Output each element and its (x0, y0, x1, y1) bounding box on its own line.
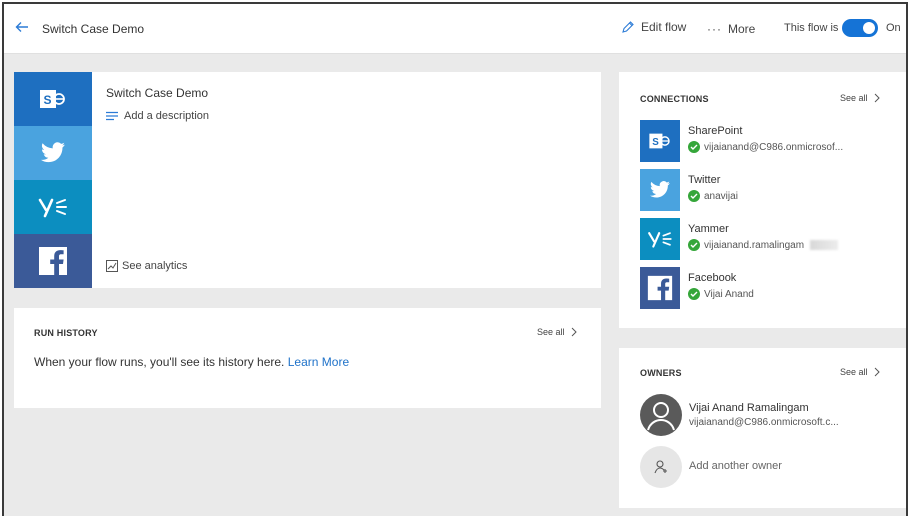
chevron-right-icon (571, 327, 577, 337)
yammer-icon (38, 198, 67, 218)
add-owner-button[interactable]: Add another owner (640, 446, 900, 488)
connection-account: anavijai (688, 190, 738, 202)
connection-account: Vijai Anand (688, 288, 754, 300)
connection-account: vijaianand.ramalingam (688, 239, 839, 251)
sharepoint-icon: S (640, 120, 680, 162)
redacted-text (810, 240, 839, 250)
svg-text:S: S (652, 137, 659, 148)
twitter-icon (40, 142, 65, 163)
flow-toggle[interactable] (842, 19, 878, 37)
see-analytics-label: See analytics (122, 260, 188, 272)
connections-card: CONNECTIONS See all S SharePoint vijaian… (619, 72, 906, 328)
connections-see-all[interactable]: See all (840, 93, 880, 103)
lines-icon (106, 111, 118, 121)
check-icon (688, 288, 700, 300)
flow-name: Switch Case Demo (106, 86, 209, 100)
see-all-label: See all (537, 327, 565, 337)
run-history-card: RUN HISTORY See all When your flow runs,… (14, 308, 601, 408)
connection-item[interactable]: Twitter anavijai (640, 169, 900, 211)
connection-name: Facebook (688, 272, 737, 284)
sharepoint-tile: S (14, 72, 92, 126)
owner-email: vijaianand@C986.onmicrosoft.c... (689, 417, 839, 428)
connection-account: vijaianand@C986.onmicrosof... (688, 141, 843, 153)
toggle-state-label: On (886, 22, 901, 34)
chevron-right-icon (874, 93, 880, 103)
owners-heading: OWNERS (640, 368, 682, 378)
run-history-message: When your flow runs, you'll see its hist… (34, 355, 349, 369)
twitter-icon (640, 169, 680, 211)
see-all-label: See all (840, 367, 868, 377)
more-button[interactable]: ··· More (707, 22, 755, 36)
add-person-icon (640, 446, 682, 488)
connection-item[interactable]: Yammer vijaianand.ramalingam (640, 218, 900, 260)
owners-see-all[interactable]: See all (840, 367, 880, 377)
add-owner-label: Add another owner (689, 460, 782, 472)
connection-account-text: vijaianand@C986.onmicrosof... (704, 141, 844, 153)
check-icon (688, 239, 700, 251)
check-icon (688, 141, 700, 153)
add-description-link[interactable]: Add a description (106, 110, 209, 122)
facebook-tile (14, 234, 92, 288)
page-title: Switch Case Demo (42, 22, 145, 36)
yammer-tile (14, 180, 92, 234)
facebook-icon (640, 267, 680, 309)
app-window: Switch Case Demo Edit flow ··· More This … (2, 2, 908, 516)
yammer-icon (640, 218, 680, 260)
run-history-see-all[interactable]: See all (537, 327, 577, 337)
connections-heading: CONNECTIONS (640, 94, 709, 104)
avatar (640, 394, 682, 436)
more-label: More (728, 22, 756, 36)
connection-name: Twitter (688, 174, 721, 186)
connection-name: SharePoint (688, 125, 743, 137)
svg-text:S: S (44, 93, 52, 107)
pencil-icon (622, 21, 634, 33)
connection-item[interactable]: S SharePoint vijaianand@C986.onmicrosof.… (640, 120, 900, 162)
sharepoint-icon: S (40, 90, 65, 108)
connection-account-text: anavijai (704, 190, 738, 202)
ellipsis-icon: ··· (707, 22, 722, 36)
edit-flow-label: Edit flow (641, 20, 687, 34)
owner-item[interactable]: Vijai Anand Ramalingam vijaianand@C986.o… (640, 394, 900, 436)
chevron-right-icon (874, 367, 880, 377)
twitter-tile (14, 126, 92, 180)
back-arrow-icon[interactable] (14, 19, 30, 37)
person-icon (647, 402, 675, 431)
top-bar: Switch Case Demo Edit flow ··· More This … (4, 4, 906, 54)
see-analytics-link[interactable]: See analytics (106, 260, 187, 272)
connection-item[interactable]: Facebook Vijai Anand (640, 267, 900, 309)
see-all-label: See all (840, 93, 868, 103)
run-history-text: When your flow runs, you'll see its hist… (34, 355, 285, 369)
toggle-knob (863, 22, 875, 34)
analytics-icon (106, 260, 118, 272)
edit-flow-button[interactable]: Edit flow (621, 20, 686, 34)
owners-card: OWNERS See all Vijai Anand Ramalingam vi… (619, 348, 906, 508)
add-description-label: Add a description (124, 110, 209, 122)
learn-more-link[interactable]: Learn More (288, 355, 349, 369)
run-history-heading: RUN HISTORY (34, 328, 98, 338)
flow-details-card: S Switch Case Demo Add a description See… (14, 72, 601, 288)
flow-status-label: This flow is (784, 22, 839, 34)
facebook-icon (39, 247, 67, 276)
owner-name: Vijai Anand Ramalingam (689, 402, 809, 414)
check-icon (688, 190, 700, 202)
connection-account-text: vijaianand.ramalingam (704, 239, 805, 251)
connection-account-text: Vijai Anand (704, 288, 754, 300)
connection-name: Yammer (688, 223, 729, 235)
